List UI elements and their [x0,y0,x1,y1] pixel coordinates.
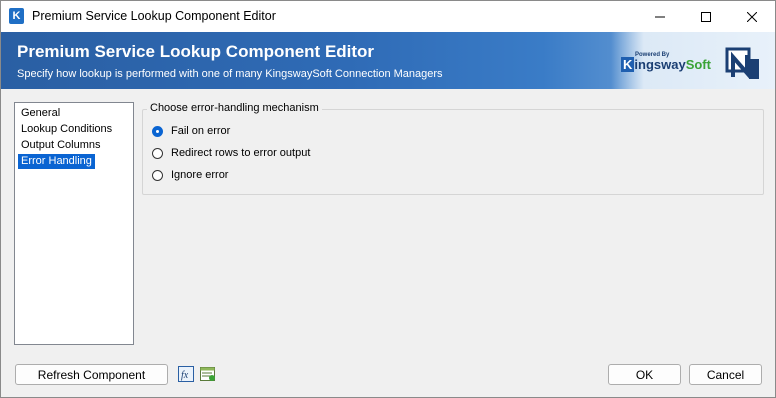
product-logo-icon [725,47,759,79]
svg-text:fx: fx [181,370,189,381]
close-button[interactable] [729,1,775,32]
brand-k: K [621,57,635,72]
error-handling-group-label: Choose error-handling mechanism [147,102,322,114]
nav-item-output-columns[interactable]: Output Columns [18,138,103,153]
option-label: Redirect rows to error output [171,147,311,159]
ok-button[interactable]: OK [608,364,681,385]
radio-redirect-rows[interactable] [152,147,163,159]
app-icon: K [9,8,24,24]
brand-ingsway: ingsway [634,57,686,72]
fx-expression-icon[interactable]: fx [178,366,194,382]
brand-soft: Soft [685,57,711,72]
option-redirect-rows[interactable]: Redirect rows to error output [152,145,310,161]
banner-title: Premium Service Lookup Component Editor [17,42,375,61]
option-fail-on-error[interactable]: Fail on error [152,123,230,139]
banner-subtitle: Specify how lookup is performed with one… [17,68,443,80]
option-ignore-error[interactable]: Ignore error [152,167,228,183]
nav-item-general[interactable]: General [18,106,63,121]
kingswaysoft-logo: KingswaySoft [621,57,711,72]
editor-window: K Premium Service Lookup Component Edito… [0,0,776,398]
minimize-button[interactable] [637,1,683,32]
minimize-icon [655,16,665,17]
cancel-button[interactable]: Cancel [689,364,762,385]
refresh-component-button[interactable]: Refresh Component [15,364,168,385]
option-label: Fail on error [171,125,231,137]
option-label: Ignore error [171,169,229,181]
radio-ignore-error[interactable] [152,169,163,181]
maximize-icon [701,11,711,22]
radio-fail-on-error[interactable] [152,125,163,137]
nav-item-error-handling[interactable]: Error Handling [18,154,95,169]
title-bar: K Premium Service Lookup Component Edito… [1,1,775,32]
nav-item-lookup-conditions[interactable]: Lookup Conditions [18,122,115,137]
maximize-button[interactable] [683,1,729,32]
close-icon [747,11,757,22]
window-title: Premium Service Lookup Component Editor [32,9,276,23]
header-banner: Premium Service Lookup Component Editor … [1,32,775,89]
section-list[interactable]: General Lookup Conditions Output Columns… [14,102,134,345]
variables-icon[interactable] [200,366,216,382]
